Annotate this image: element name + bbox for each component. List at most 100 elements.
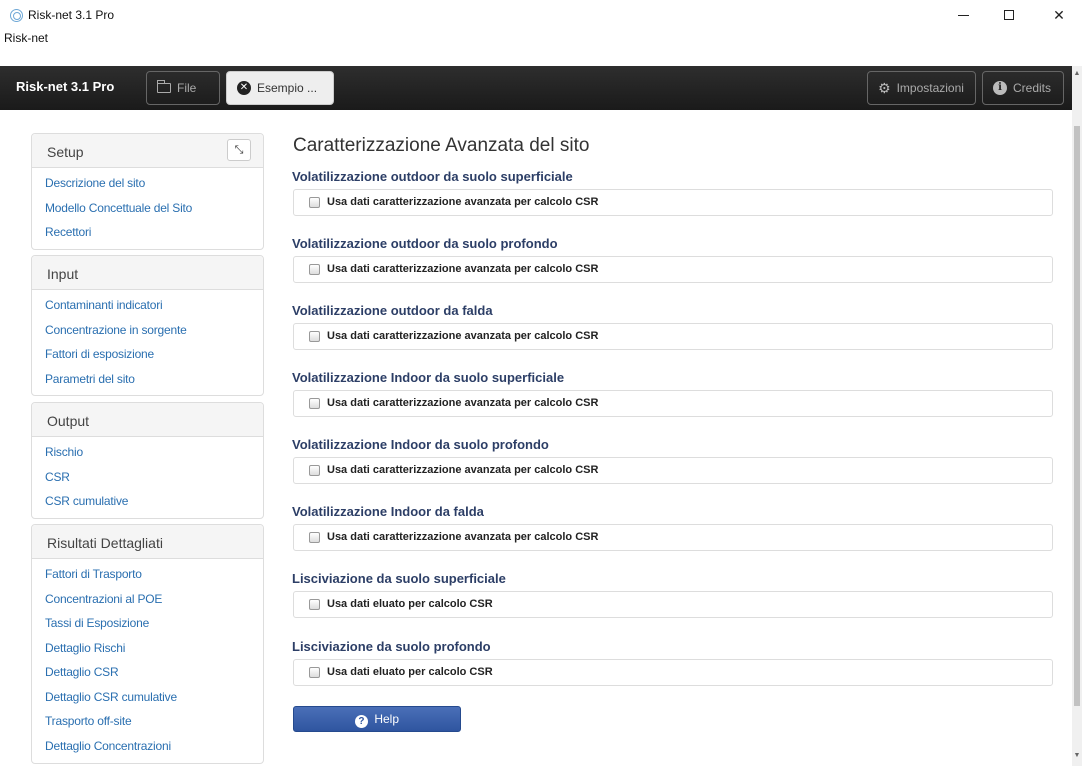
sidebar-item-contaminanti-indicatori[interactable]: Contaminanti indicatori	[45, 298, 263, 323]
maximize-icon	[1004, 10, 1014, 20]
panel-input: Input Contaminanti indicatori Concentraz…	[31, 255, 264, 396]
sidebar-item-fattori-di-esposizione[interactable]: Fattori di esposizione	[45, 347, 263, 372]
scroll-up-arrow-icon[interactable]: ▲	[1073, 70, 1081, 78]
checkbox-row[interactable]: Usa dati caratterizzazione avanzata per …	[293, 390, 1053, 417]
panel-risultati-dettagliati: Risultati Dettagliati Fattori di Traspor…	[31, 524, 264, 764]
gear-icon: ⚙	[878, 79, 891, 96]
sidebar-item-concentrazione-in-sorgente[interactable]: Concentrazione in sorgente	[45, 323, 263, 348]
checkbox-label[interactable]: Usa dati caratterizzazione avanzata per …	[327, 464, 598, 476]
page-title: Caratterizzazione Avanzata del sito	[293, 135, 590, 156]
sidebar-item-fattori-di-trasporto[interactable]: Fattori di Trasporto	[45, 567, 263, 592]
impostazioni-button[interactable]: ⚙ Impostazioni	[867, 71, 976, 105]
panel-links: Descrizione del sito Modello Concettuale…	[32, 168, 263, 254]
sidebar-item-parametri-del-sito[interactable]: Parametri del sito	[45, 372, 263, 397]
sidebar-item-rischio[interactable]: Rischio	[45, 445, 263, 470]
checkbox[interactable]	[309, 532, 320, 543]
vertical-scrollbar[interactable]: ▲ ▼	[1072, 66, 1082, 766]
panel-links: Rischio CSR CSR cumulative	[32, 437, 263, 523]
checkbox[interactable]	[309, 398, 320, 409]
checkbox[interactable]	[309, 599, 320, 610]
collapse-sidebar-button[interactable]: ⤡	[227, 139, 251, 161]
section-title: Volatilizzazione Indoor da falda	[292, 504, 484, 519]
sidebar-item-modello-concettuale[interactable]: Modello Concettuale del Sito	[45, 201, 263, 226]
checkbox-label[interactable]: Usa dati caratterizzazione avanzata per …	[327, 263, 598, 275]
scroll-down-arrow-icon[interactable]: ▼	[1073, 752, 1081, 760]
checkbox-row[interactable]: Usa dati caratterizzazione avanzata per …	[293, 524, 1053, 551]
panel-output: Output Rischio CSR CSR cumulative	[31, 402, 264, 519]
section-title: Volatilizzazione outdoor da suolo superf…	[292, 169, 573, 184]
impostazioni-button-label: Impostazioni	[896, 81, 964, 95]
scrollbar-thumb[interactable]	[1074, 126, 1080, 706]
panel-title: Output	[47, 413, 90, 429]
checkbox-row[interactable]: Usa dati caratterizzazione avanzata per …	[293, 256, 1053, 283]
sidebar-item-dettaglio-rischi[interactable]: Dettaglio Rischi	[45, 641, 263, 666]
panel-setup: Setup ⤡ Descrizione del sito Modello Con…	[31, 133, 264, 250]
checkbox[interactable]	[309, 331, 320, 342]
section-title: Lisciviazione da suolo profondo	[292, 639, 491, 654]
help-button[interactable]: ? Help	[293, 706, 461, 732]
checkbox[interactable]	[309, 264, 320, 275]
minimize-button[interactable]	[940, 0, 986, 30]
checkbox-row[interactable]: Usa dati caratterizzazione avanzata per …	[293, 457, 1053, 484]
help-button-label: Help	[374, 712, 400, 726]
app-logo-icon	[10, 9, 23, 22]
app-toolbar: Risk-net 3.1 Pro File ✕ Esempio ... ⚙ Im…	[0, 66, 1072, 110]
sidebar-item-csr-cumulative[interactable]: CSR cumulative	[45, 494, 263, 519]
checkbox-label[interactable]: Usa dati eluato per calcolo CSR	[327, 598, 493, 610]
checkbox-label[interactable]: Usa dati caratterizzazione avanzata per …	[327, 330, 598, 342]
sidebar-item-dettaglio-csr[interactable]: Dettaglio CSR	[45, 665, 263, 690]
sidebar-item-concentrazioni-al-poe[interactable]: Concentrazioni al POE	[45, 592, 263, 617]
sidebar-item-dettaglio-concentrazioni[interactable]: Dettaglio Concentrazioni	[45, 739, 263, 764]
menu-risk-net[interactable]: Risk-net	[0, 30, 1082, 48]
section-title: Lisciviazione da suolo superficiale	[292, 571, 506, 586]
checkbox-label[interactable]: Usa dati caratterizzazione avanzata per …	[327, 531, 598, 543]
question-circle-icon: ?	[354, 715, 368, 728]
checkbox-label[interactable]: Usa dati eluato per calcolo CSR	[327, 666, 493, 678]
checkbox[interactable]	[309, 667, 320, 678]
close-circle-icon[interactable]: ✕	[237, 81, 251, 95]
close-icon: ✕	[1053, 6, 1065, 23]
checkbox-row[interactable]: Usa dati caratterizzazione avanzata per …	[293, 323, 1053, 350]
checkbox-row[interactable]: Usa dati caratterizzazione avanzata per …	[293, 189, 1053, 216]
brand-title: Risk-net 3.1 Pro	[16, 79, 115, 94]
panel-header: Risultati Dettagliati	[32, 525, 263, 559]
panel-title: Input	[47, 266, 79, 282]
panel-title: Setup	[47, 144, 84, 160]
sidebar-item-recettori[interactable]: Recettori	[45, 225, 263, 250]
info-icon: i	[993, 81, 1007, 95]
credits-button-label: Credits	[1013, 81, 1052, 95]
esempio-tab-label: Esempio ...	[257, 81, 318, 95]
checkbox-label[interactable]: Usa dati caratterizzazione avanzata per …	[327, 196, 598, 208]
checkbox-label[interactable]: Usa dati caratterizzazione avanzata per …	[327, 397, 598, 409]
panel-header: Input	[32, 256, 263, 290]
checkbox[interactable]	[309, 197, 320, 208]
credits-button[interactable]: i Credits	[982, 71, 1064, 105]
maximize-button[interactable]	[986, 0, 1032, 30]
panel-title: Risultati Dettagliati	[47, 535, 163, 551]
sidebar-item-csr[interactable]: CSR	[45, 470, 263, 495]
minimize-icon	[957, 14, 969, 16]
checkbox[interactable]	[309, 465, 320, 476]
panel-header: Output	[32, 403, 263, 437]
checkbox-row[interactable]: Usa dati eluato per calcolo CSR	[293, 591, 1053, 618]
panel-links: Contaminanti indicatori Concentrazione i…	[32, 290, 263, 400]
panel-links: Fattori di Trasporto Concentrazioni al P…	[32, 559, 263, 767]
esempio-tab[interactable]: ✕ Esempio ...	[226, 71, 334, 105]
sidebar-item-tassi-di-esposizione[interactable]: Tassi di Esposizione	[45, 616, 263, 641]
title-row: Risk-net 3.1 Pro ✕	[0, 0, 1082, 30]
file-button[interactable]: File	[146, 71, 220, 105]
window-title: Risk-net 3.1 Pro	[28, 8, 115, 22]
checkbox-row[interactable]: Usa dati eluato per calcolo CSR	[293, 659, 1053, 686]
sidebar-item-descrizione-del-sito[interactable]: Descrizione del sito	[45, 176, 263, 201]
sidebar-item-dettaglio-csr-cumulative[interactable]: Dettaglio CSR cumulative	[45, 690, 263, 715]
section-title: Volatilizzazione outdoor da falda	[292, 303, 493, 318]
window-titlebar: Risk-net 3.1 Pro ✕ Risk-net	[0, 0, 1082, 46]
section-title: Volatilizzazione Indoor da suolo superfi…	[292, 370, 565, 385]
folder-open-icon	[157, 80, 171, 93]
panel-header: Setup ⤡	[32, 134, 263, 168]
section-title: Volatilizzazione Indoor da suolo profond…	[292, 437, 549, 452]
file-button-label: File	[177, 81, 197, 95]
close-button[interactable]: ✕	[1036, 0, 1082, 30]
sidebar-item-trasporto-off-site[interactable]: Trasporto off-site	[45, 714, 263, 739]
section-title: Volatilizzazione outdoor da suolo profon…	[292, 236, 558, 251]
